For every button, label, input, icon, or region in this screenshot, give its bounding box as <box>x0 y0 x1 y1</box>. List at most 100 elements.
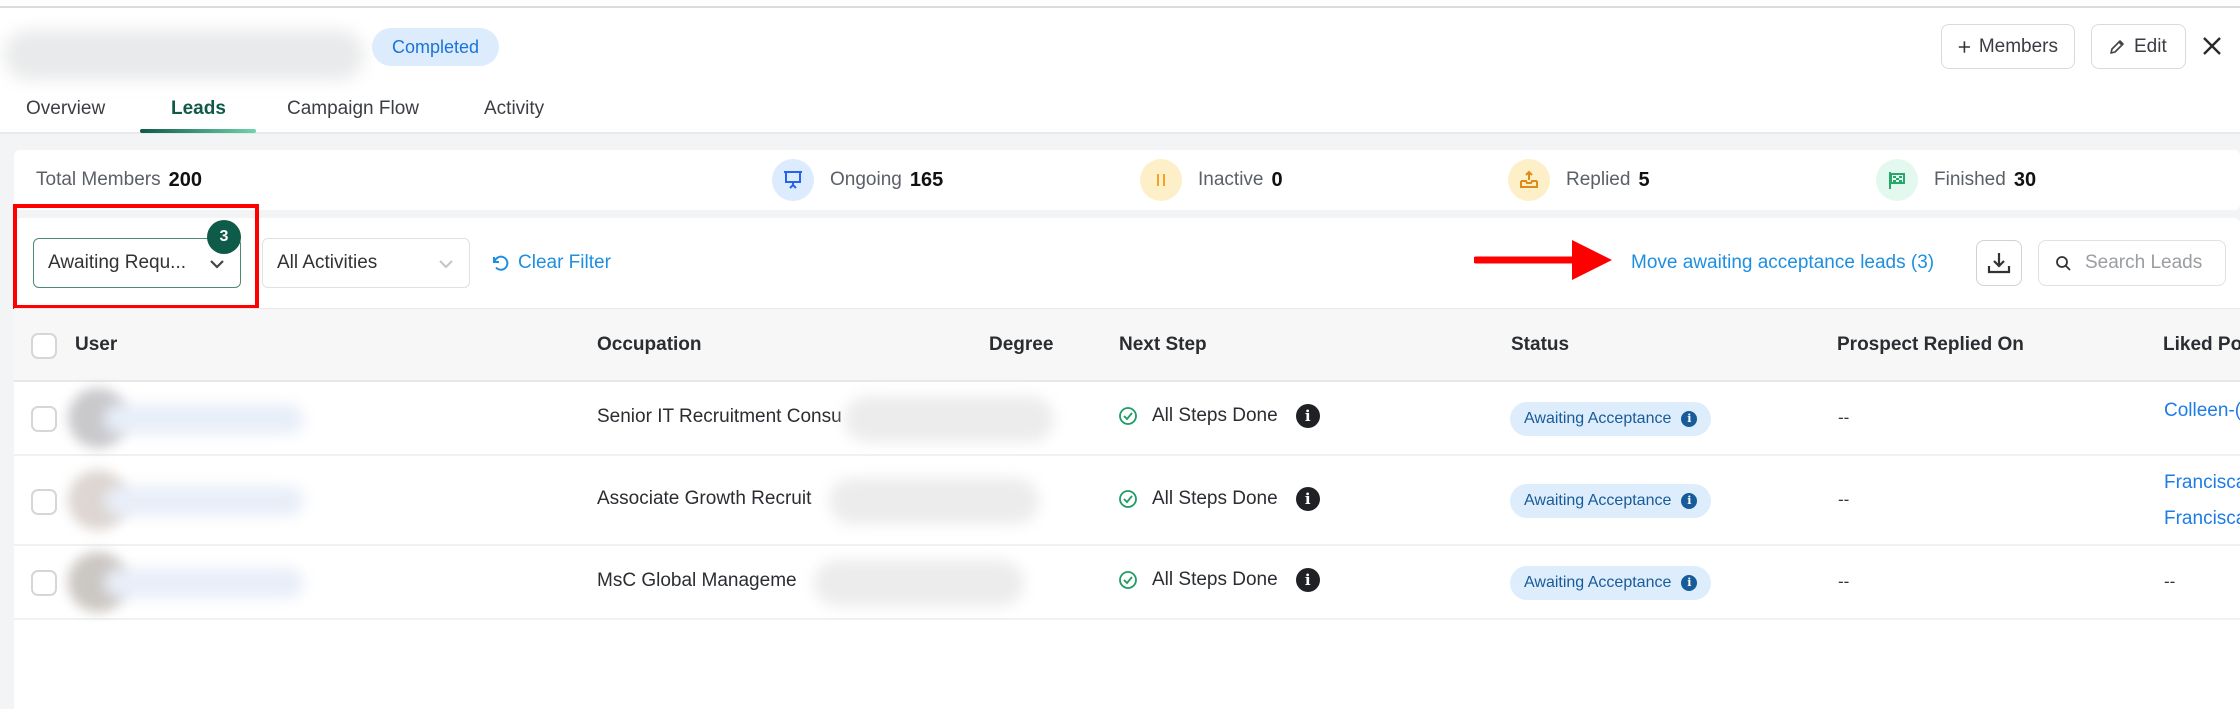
status-label: Awaiting Acceptance <box>1524 410 1672 427</box>
status-badge: Awaiting Acceptance i <box>1510 566 1712 600</box>
stat-finished-value: 30 <box>2013 168 2037 191</box>
liked-post-link[interactable]: Francisca <box>2164 472 2240 494</box>
status-badge: Awaiting Acceptance i <box>1510 402 1712 436</box>
stat-ongoing-value: 165 <box>909 168 944 191</box>
prospect-replied-on-cell: -- <box>1838 408 1850 427</box>
close-icon[interactable] <box>2200 34 2224 58</box>
leads-table: User Occupation Degree Next Step Status … <box>14 308 2240 709</box>
row-checkbox[interactable] <box>31 489 57 515</box>
campaign-status-badge: Completed <box>372 28 500 66</box>
occupation-redacted <box>829 478 1039 524</box>
check-circle-icon <box>1119 407 1137 425</box>
occupation-redacted <box>814 560 1024 606</box>
edit-button[interactable]: Edit <box>2091 24 2186 69</box>
stat-total-label: Total Members <box>36 169 161 190</box>
col-user[interactable]: User <box>75 309 117 381</box>
info-icon[interactable]: i <box>1295 487 1320 511</box>
move-awaiting-leads-link[interactable]: Move awaiting acceptance leads (3) <box>1631 248 1934 278</box>
annotation-arrow-icon <box>1474 240 1612 280</box>
tab-leads[interactable]: Leads <box>171 88 226 132</box>
info-icon[interactable]: i <box>1295 568 1320 592</box>
info-icon[interactable]: i <box>1681 493 1698 509</box>
col-status[interactable]: Status <box>1511 309 1569 381</box>
clear-filter-button[interactable]: Clear Filter <box>490 248 611 278</box>
col-next-step[interactable]: Next Step <box>1119 309 1207 381</box>
col-liked-posts[interactable]: Liked Po <box>2163 309 2240 381</box>
occupation-cell: Associate Growth Recruit <box>597 488 812 509</box>
pause-icon <box>1140 159 1182 201</box>
occupation-cell: MsC Global Manageme <box>597 570 797 591</box>
check-circle-icon <box>1119 571 1137 589</box>
status-label: Awaiting Acceptance <box>1524 574 1672 591</box>
next-step-label: All Steps Done <box>1152 569 1278 590</box>
tab-overview[interactable]: Overview <box>26 88 105 132</box>
occupation-redacted <box>844 396 1054 442</box>
col-degree[interactable]: Degree <box>989 309 1053 381</box>
clear-filter-label: Clear Filter <box>518 252 611 273</box>
user-name-redacted[interactable] <box>104 568 304 598</box>
status-badge: Awaiting Acceptance i <box>1510 484 1712 518</box>
stat-replied-label: Replied <box>1566 169 1631 190</box>
filters-bar: Awaiting Requ... 3 All Activities Clear … <box>14 218 2240 308</box>
select-all-checkbox[interactable] <box>31 333 57 359</box>
download-icon <box>1987 253 2011 274</box>
occupation-cell: Senior IT Recruitment Consu <box>597 406 842 427</box>
tab-bar: Overview Leads Campaign Flow Activity <box>0 88 2240 134</box>
stat-total-value: 200 <box>168 168 202 191</box>
next-step-label: All Steps Done <box>1152 488 1278 509</box>
table-row[interactable]: Senior IT Recruitment Consu All Steps Do… <box>14 382 2240 456</box>
stat-inactive-label: Inactive <box>1198 169 1264 190</box>
table-row[interactable]: Associate Growth Recruit All Steps Done … <box>14 456 2240 546</box>
tab-activity[interactable]: Activity <box>484 88 544 132</box>
next-step-label: All Steps Done <box>1152 405 1278 426</box>
status-label: Awaiting Acceptance <box>1524 492 1672 509</box>
pencil-icon <box>2110 39 2124 54</box>
campaign-header: Completed Members Edit <box>0 8 2240 84</box>
presentation-icon <box>772 159 814 201</box>
row-checkbox[interactable] <box>31 570 57 596</box>
table-row[interactable]: MsC Global Manageme All Steps Done i Awa… <box>14 546 2240 620</box>
annotation-highlight-box <box>13 204 259 309</box>
liked-post-link[interactable]: Francisca <box>2164 508 2240 530</box>
user-name-redacted[interactable] <box>104 404 304 434</box>
next-step-cell: All Steps Done i <box>1118 404 1320 428</box>
next-step-cell: All Steps Done i <box>1118 487 1320 511</box>
info-icon[interactable]: i <box>1681 411 1698 427</box>
stat-inactive-value: 0 <box>1271 168 1283 191</box>
user-name-redacted[interactable] <box>104 486 304 516</box>
stats-bar: Total Members 200 Ongoing 165 Inactive 0… <box>14 150 2240 210</box>
stat-ongoing-label: Ongoing <box>830 169 902 190</box>
row-checkbox[interactable] <box>31 406 57 432</box>
prospect-replied-on-cell: -- <box>1838 490 1850 509</box>
next-step-cell: All Steps Done i <box>1118 568 1320 592</box>
table-header: User Occupation Degree Next Step Status … <box>14 308 2240 382</box>
prospect-replied-on-cell: -- <box>1838 572 1850 591</box>
info-icon[interactable]: i <box>1681 575 1698 591</box>
download-button[interactable] <box>1976 240 2022 286</box>
check-circle-icon <box>1119 490 1137 508</box>
stat-replied[interactable]: Replied 5 <box>1508 150 1650 210</box>
col-prospect-replied-on[interactable]: Prospect Replied On <box>1837 309 2024 381</box>
checkered-flag-icon <box>1876 159 1918 201</box>
search-leads-field[interactable] <box>2038 240 2226 286</box>
add-members-button[interactable]: Members <box>1941 24 2075 69</box>
col-occupation[interactable]: Occupation <box>597 309 702 381</box>
stat-finished-label: Finished <box>1934 169 2006 190</box>
activities-filter-value: All Activities <box>277 252 378 273</box>
stat-replied-value: 5 <box>1638 168 1650 191</box>
stat-total-members: Total Members 200 <box>36 150 202 210</box>
stat-inactive[interactable]: Inactive 0 <box>1140 150 1283 210</box>
tab-campaign-flow[interactable]: Campaign Flow <box>287 88 419 132</box>
campaign-title-redacted <box>4 30 364 80</box>
activities-filter-select[interactable]: All Activities <box>262 238 470 288</box>
chevron-down-icon <box>439 260 453 269</box>
liked-post-cell: -- <box>2164 572 2176 591</box>
edit-label: Edit <box>2134 35 2167 57</box>
search-icon <box>2056 256 2071 271</box>
info-icon[interactable]: i <box>1295 404 1320 428</box>
liked-post-link[interactable]: Colleen-( <box>2164 400 2240 422</box>
stat-finished[interactable]: Finished 30 <box>1876 150 2036 210</box>
stat-ongoing[interactable]: Ongoing 165 <box>772 150 943 210</box>
search-leads-input[interactable] <box>2085 252 2205 274</box>
active-tab-indicator <box>140 129 256 133</box>
